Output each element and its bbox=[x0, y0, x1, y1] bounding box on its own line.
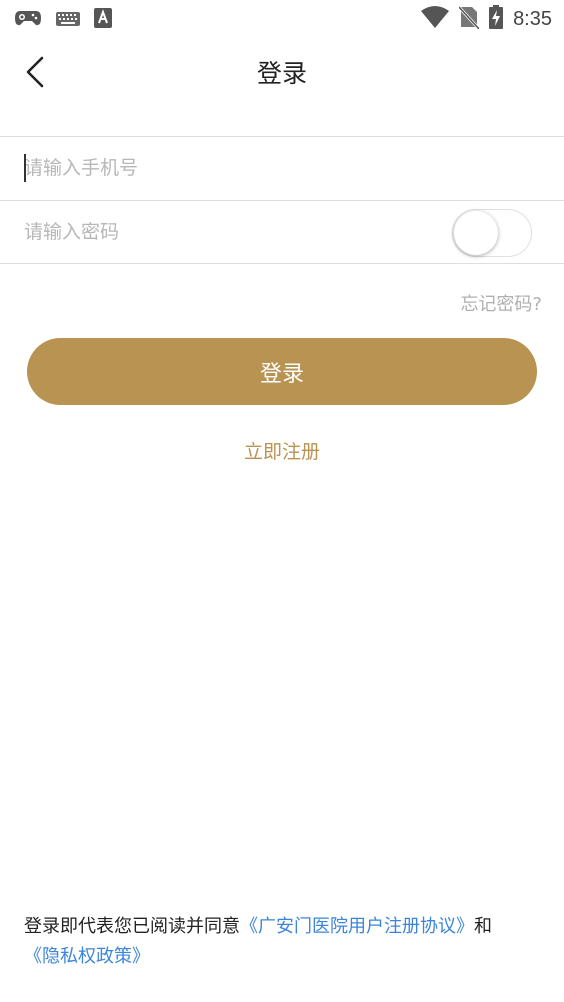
battery-charging-icon bbox=[489, 5, 504, 33]
divider-bottom bbox=[0, 263, 564, 264]
status-bar-right: 8:35 bbox=[421, 5, 552, 33]
phone-field bbox=[0, 137, 564, 199]
password-input[interactable] bbox=[24, 213, 424, 251]
password-field bbox=[0, 201, 564, 263]
page-title: 登录 bbox=[256, 59, 307, 88]
phone-input[interactable] bbox=[24, 149, 424, 187]
gamepad-icon bbox=[14, 8, 42, 32]
register-link[interactable]: 立即注册 bbox=[0, 437, 564, 464]
show-password-toggle[interactable] bbox=[452, 209, 532, 257]
login-button[interactable]: 登录 bbox=[27, 338, 537, 405]
status-bar: 8:35 bbox=[0, 0, 564, 38]
forgot-password-link[interactable]: 忘记密码? bbox=[460, 290, 542, 316]
privacy-policy-link[interactable]: 《隐私权政策》 bbox=[24, 946, 150, 967]
agreement-prefix: 登录即代表您已阅读并同意 bbox=[24, 916, 240, 937]
user-agreement-link[interactable]: 《广安门医院用户注册协议》 bbox=[240, 916, 474, 937]
agreement-and: 和 bbox=[474, 916, 492, 937]
status-time: 8:35 bbox=[513, 7, 552, 30]
wifi-icon bbox=[421, 5, 450, 33]
no-sim-icon bbox=[457, 5, 481, 33]
font-icon bbox=[94, 8, 112, 32]
toggle-knob bbox=[454, 211, 498, 255]
agreement-text: 登录即代表您已阅读并同意《广安门医院用户注册协议》和《隐私权政策》 bbox=[24, 912, 544, 972]
keyboard-icon bbox=[56, 11, 80, 30]
status-bar-left bbox=[14, 8, 112, 32]
text-cursor bbox=[24, 154, 26, 182]
nav-bar: 登录 bbox=[0, 38, 564, 106]
